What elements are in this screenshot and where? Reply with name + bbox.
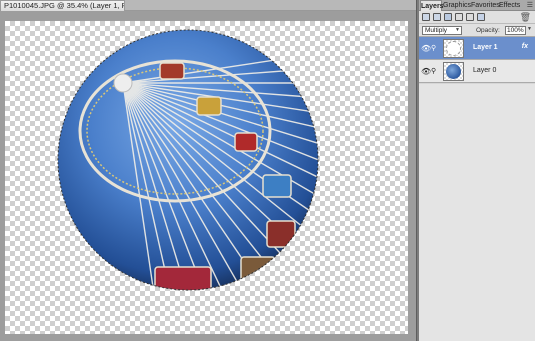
new-fill-layer-icon[interactable]	[444, 13, 452, 21]
chevron-down-icon: ▼	[455, 27, 460, 33]
mask-icon[interactable]	[477, 13, 485, 21]
gondola-7	[154, 266, 212, 290]
layer-thumbnail	[443, 62, 464, 81]
lock-transparent-icon[interactable]	[455, 13, 463, 21]
blend-mode-value: Multiply	[425, 27, 448, 34]
visibility-icon[interactable]: 👁	[421, 44, 431, 53]
layer-effects-icon[interactable]: fx	[522, 43, 528, 50]
gondola-4	[262, 174, 292, 198]
new-group-icon[interactable]	[433, 13, 441, 21]
link-icon[interactable]: ⚲	[431, 67, 436, 75]
layers-toolbar: 🗑	[419, 11, 535, 24]
layer-name: Layer 0	[473, 67, 497, 74]
gondola-5	[266, 220, 296, 248]
lock-all-icon[interactable]	[466, 13, 474, 21]
layer-thumbnail	[443, 39, 464, 58]
tab-graphics[interactable]: Graphics	[443, 0, 471, 11]
new-layer-icon[interactable]	[422, 13, 430, 21]
blend-mode-select[interactable]: Multiply ▼	[422, 26, 462, 35]
link-icon[interactable]: ⚲	[431, 44, 436, 52]
opacity-chevron-icon[interactable]: ▼	[527, 26, 532, 32]
gondola-2	[196, 96, 222, 116]
gondola-6	[240, 256, 276, 286]
layer-row-layer-0[interactable]: 👁 ⚲ Layer 0	[419, 60, 535, 83]
gondola-1	[159, 62, 185, 80]
panel-menu-icon[interactable]: ☰	[527, 0, 533, 11]
tab-layers[interactable]: Layers	[420, 0, 444, 11]
thumbnail-mask-shape	[446, 41, 461, 56]
layer-row-layer-1[interactable]: 👁 ⚲ Layer 1 fx	[419, 37, 535, 60]
image-canvas[interactable]	[5, 21, 408, 334]
ferris-wheel-photo	[57, 29, 319, 291]
gondola-3	[234, 132, 258, 152]
tab-favorites[interactable]: Favorites	[471, 0, 500, 11]
document-tab-title: P1010045.JPG @ 35.4% (Layer 1, RGB/8) *	[4, 1, 124, 10]
panel-tabs: Layers Graphics Favorites Effects ☰	[419, 0, 535, 11]
opacity-input[interactable]: 100%	[505, 26, 526, 35]
layer-name: Layer 1	[473, 44, 498, 51]
layers-list-empty-area	[419, 84, 535, 341]
layers-panel: Layers Graphics Favorites Effects ☰ 🗑 Mu…	[419, 0, 535, 341]
tab-effects[interactable]: Effects	[499, 0, 520, 11]
visibility-icon[interactable]: 👁	[421, 67, 431, 76]
trash-icon[interactable]: 🗑	[520, 12, 531, 23]
blend-row: Multiply ▼ Opacity: 100% ▼	[419, 24, 535, 37]
document-tab[interactable]: P1010045.JPG @ 35.4% (Layer 1, RGB/8) * …	[0, 0, 125, 11]
thumbnail-photo-shape	[446, 64, 461, 79]
document-tab-strip	[125, 0, 416, 11]
canvas-area[interactable]	[0, 11, 416, 341]
opacity-label: Opacity:	[476, 27, 500, 34]
